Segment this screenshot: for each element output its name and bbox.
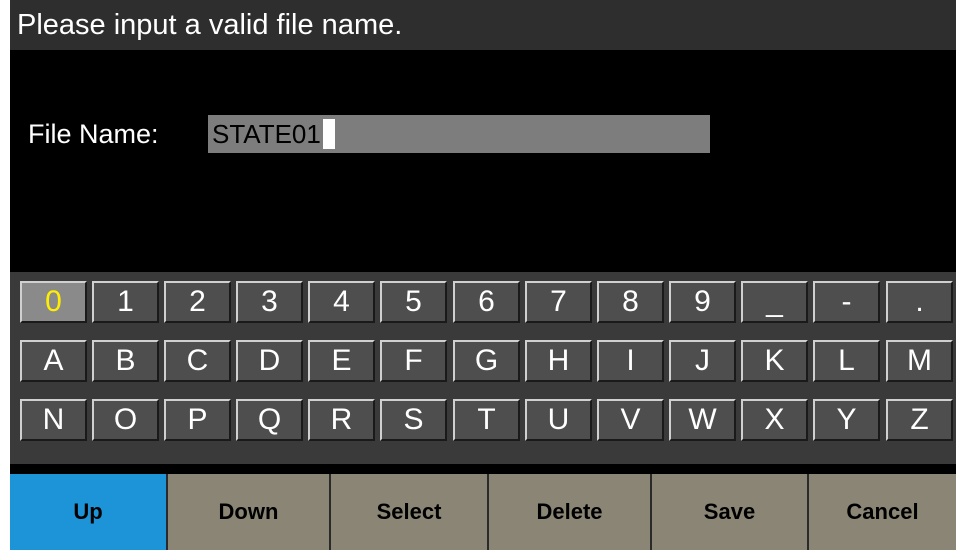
- key-b[interactable]: B: [92, 340, 159, 382]
- key-r[interactable]: R: [308, 399, 375, 441]
- key-8[interactable]: 8: [597, 281, 664, 323]
- key-p[interactable]: P: [164, 399, 231, 441]
- key-a[interactable]: A: [20, 340, 87, 382]
- key-9[interactable]: 9: [669, 281, 736, 323]
- softkey-bar: Up Down Select Delete Save Cancel: [10, 474, 956, 550]
- key-k[interactable]: K: [741, 340, 808, 382]
- key-2[interactable]: 2: [164, 281, 231, 323]
- key-6[interactable]: 6: [453, 281, 520, 323]
- key-g[interactable]: G: [453, 340, 520, 382]
- key-5[interactable]: 5: [380, 281, 447, 323]
- key-w[interactable]: W: [669, 399, 736, 441]
- key-1[interactable]: 1: [92, 281, 159, 323]
- up-button[interactable]: Up: [10, 474, 166, 550]
- key-e[interactable]: E: [308, 340, 375, 382]
- key-v[interactable]: V: [597, 399, 664, 441]
- virtual-keyboard: 0 1 2 3 4 5 6 7 8 9 _ -. A B C D E F G H I J K L M N O P Q R S T U V W X Y Z: [10, 272, 956, 464]
- key-underscore[interactable]: _: [741, 281, 808, 323]
- key-j[interactable]: J: [669, 340, 736, 382]
- key-q[interactable]: Q: [236, 399, 303, 441]
- key-3[interactable]: 3: [236, 281, 303, 323]
- key-dot[interactable]: .: [886, 281, 953, 323]
- key-4[interactable]: 4: [308, 281, 375, 323]
- key-n[interactable]: N: [20, 399, 87, 441]
- text-cursor: [322, 119, 335, 150]
- file-name-row: File Name: STATE01: [10, 112, 956, 156]
- save-button[interactable]: Save: [650, 474, 807, 550]
- key-u[interactable]: U: [525, 399, 592, 441]
- file-name-text: STATE01: [212, 119, 321, 149]
- key-l[interactable]: L: [813, 340, 880, 382]
- file-name-label: File Name:: [28, 119, 159, 149]
- delete-button[interactable]: Delete: [487, 474, 650, 550]
- file-name-input[interactable]: STATE01: [208, 115, 710, 153]
- file-name-value: STATE01: [212, 115, 335, 153]
- down-button[interactable]: Down: [166, 474, 329, 550]
- key-i[interactable]: I: [597, 340, 664, 382]
- key-y[interactable]: Y: [813, 399, 880, 441]
- key-dash[interactable]: -: [813, 281, 880, 323]
- cancel-button[interactable]: Cancel: [807, 474, 956, 550]
- prompt-message: Please input a valid file name.: [10, 0, 956, 50]
- instrument-screen: Please input a valid file name. File Nam…: [10, 0, 956, 550]
- key-h[interactable]: H: [525, 340, 592, 382]
- key-7[interactable]: 7: [525, 281, 592, 323]
- key-d[interactable]: D: [236, 340, 303, 382]
- key-t[interactable]: T: [453, 399, 520, 441]
- key-m[interactable]: M: [886, 340, 953, 382]
- key-o[interactable]: O: [92, 399, 159, 441]
- key-f[interactable]: F: [380, 340, 447, 382]
- key-0[interactable]: 0: [20, 281, 87, 323]
- key-x[interactable]: X: [741, 399, 808, 441]
- key-z[interactable]: Z: [886, 399, 953, 441]
- key-c[interactable]: C: [164, 340, 231, 382]
- key-s[interactable]: S: [380, 399, 447, 441]
- select-button[interactable]: Select: [329, 474, 487, 550]
